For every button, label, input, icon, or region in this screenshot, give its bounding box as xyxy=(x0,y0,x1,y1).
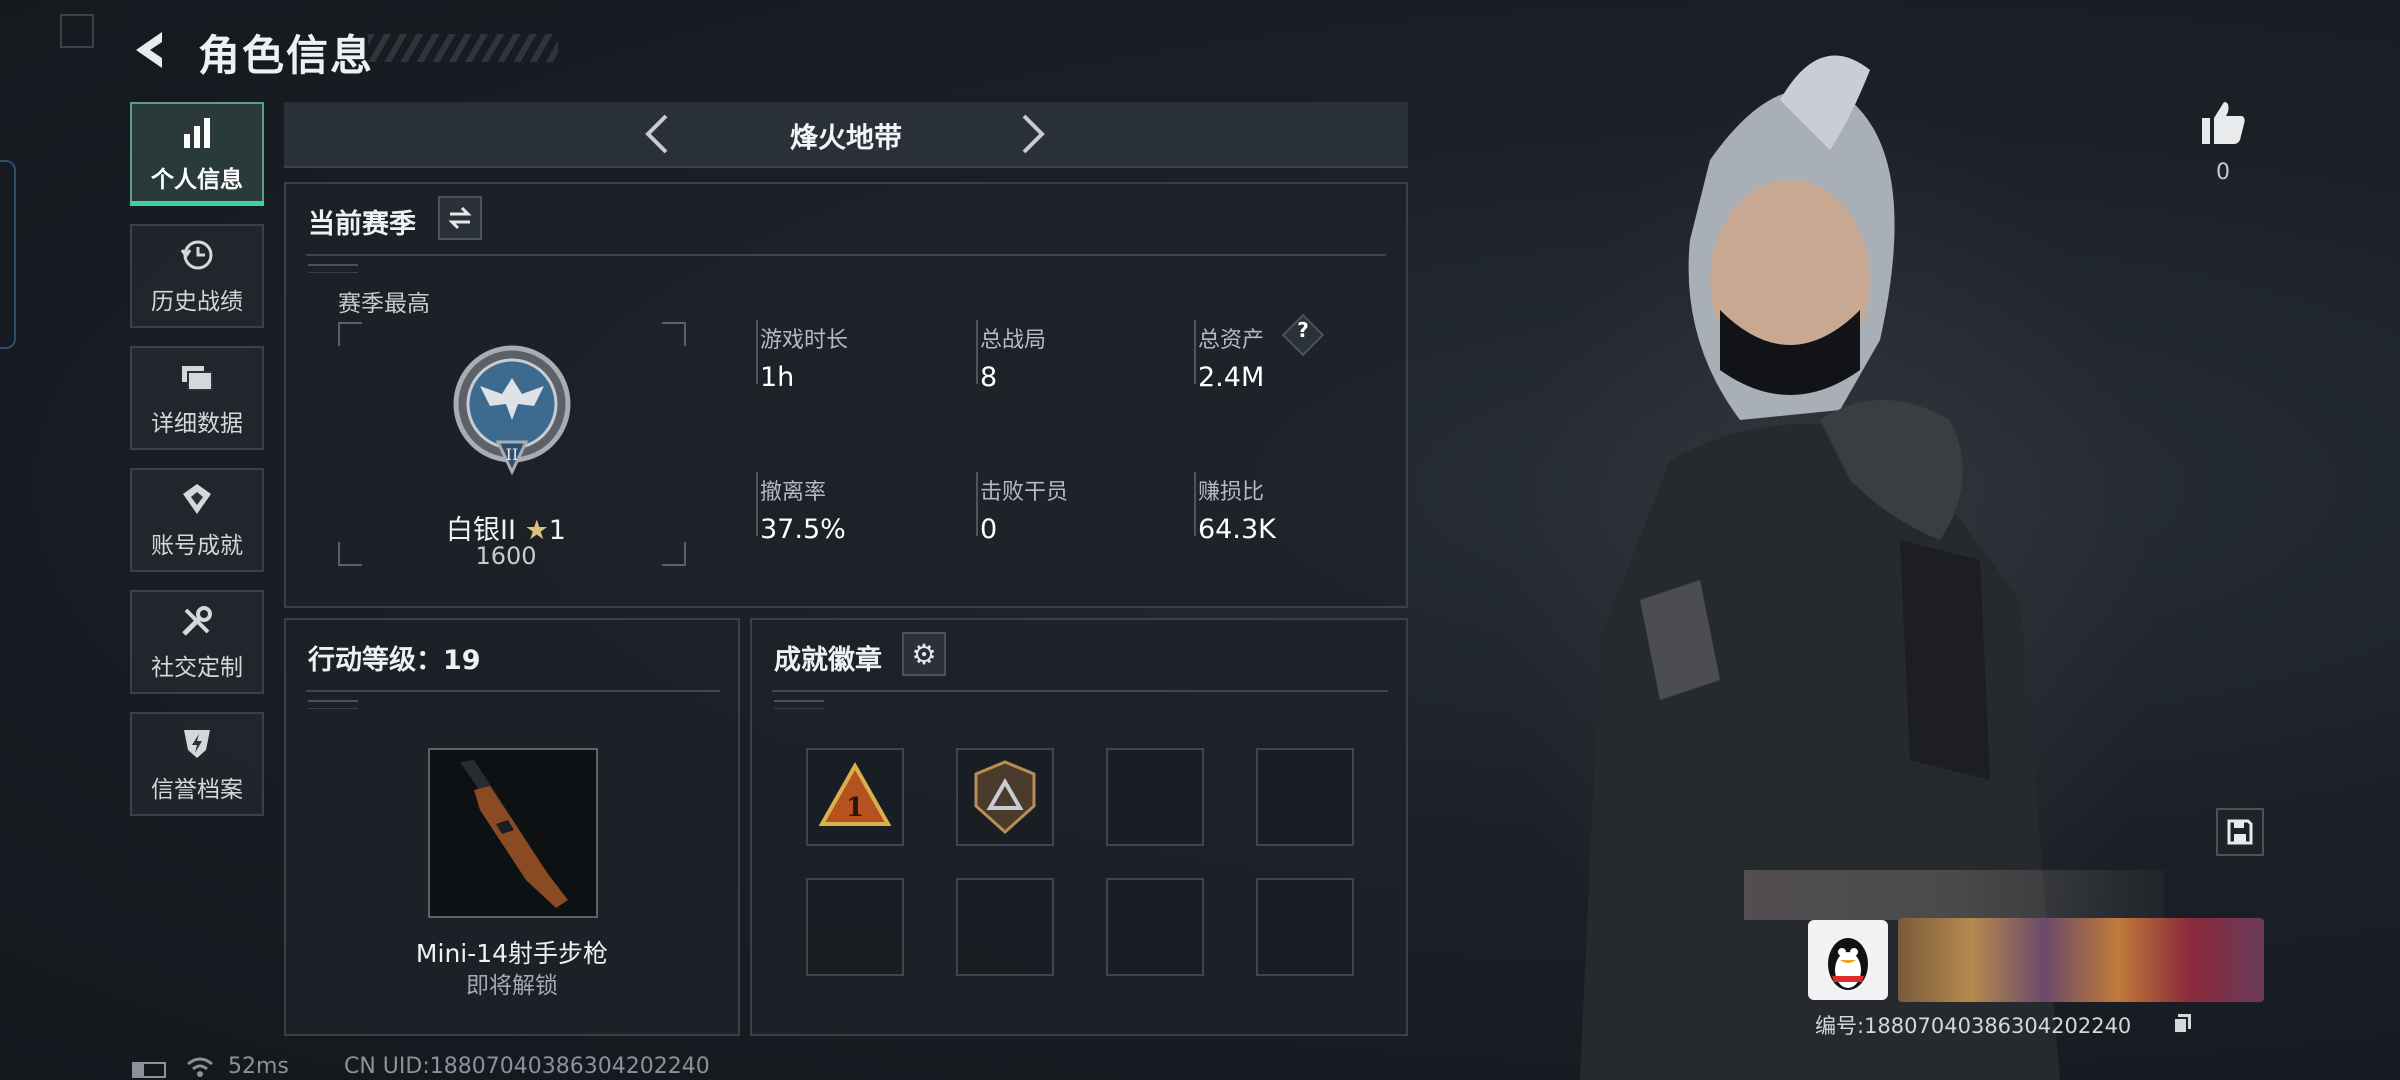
shield-triangle-badge-icon xyxy=(974,760,1036,835)
bar-chart-icon xyxy=(184,118,210,148)
gear-icon: ⚙ xyxy=(911,637,937,671)
stat-label: 总资产 xyxy=(1198,328,1265,353)
stat-label: 游戏时长 xyxy=(760,328,849,353)
achievement-badge-slot[interactable] xyxy=(956,878,1054,976)
stat-value: 8 xyxy=(980,362,998,393)
character-id: 编号:18807040386304202240 xyxy=(1815,1014,2132,1038)
stat-value: 64.3K xyxy=(1198,514,1276,545)
stat-marker xyxy=(976,320,978,384)
weapon-preview[interactable] xyxy=(428,748,598,918)
rank-points: 1600 xyxy=(475,542,537,570)
frame-corner xyxy=(662,322,686,346)
rank-insignia-icon: II xyxy=(453,345,571,476)
season-panel: 当前赛季 赛季最高 II 白银II ★1 1600 游戏时长 1h 总战局 8 … xyxy=(284,182,1408,608)
stat-marker xyxy=(1194,320,1196,384)
back-arrow-icon[interactable] xyxy=(128,26,176,74)
penguin-icon xyxy=(1828,938,1868,990)
achievement-badge-slot[interactable] xyxy=(1256,878,1354,976)
folder-stack-icon xyxy=(182,366,213,391)
badge-numeral: 1 xyxy=(846,793,864,823)
weapon-name: Mini-14射手步枪 xyxy=(415,939,609,968)
stat-value: 2.4M xyxy=(1198,362,1265,393)
shield-bolt-icon xyxy=(184,730,210,758)
uid-text: CN UID:18807040386304202240 xyxy=(344,1054,710,1079)
rank-1-triangle-badge-icon: 1 xyxy=(818,761,892,826)
achievements-settings-button[interactable]: ⚙ xyxy=(902,632,946,676)
left-edge-tab[interactable] xyxy=(0,160,16,349)
sidebar-item-label: 社交定制 xyxy=(151,655,243,681)
thumbs-up-icon[interactable] xyxy=(2198,98,2248,146)
battery-icon xyxy=(132,1062,166,1078)
stat-value: 0 xyxy=(980,514,998,545)
sidebar-item-history[interactable]: 历史战绩 xyxy=(130,224,264,328)
stat-label: 赚损比 xyxy=(1198,480,1265,505)
sidebar-item-label: 信誉档案 xyxy=(151,777,243,803)
stat-label: 撤离率 xyxy=(760,480,827,505)
qq-avatar[interactable] xyxy=(1808,920,1888,1000)
divider xyxy=(306,254,1386,256)
achievement-badge-slot[interactable] xyxy=(1106,878,1204,976)
save-disk-icon xyxy=(2227,819,2253,845)
achievement-medal-icon xyxy=(183,484,211,514)
frame-corner xyxy=(338,322,362,346)
switch-season-button[interactable] xyxy=(438,196,482,240)
likes-count: 0 xyxy=(2216,160,2230,185)
rifle-icon xyxy=(460,760,568,908)
achievements-title: 成就徽章 xyxy=(774,645,882,676)
decoration xyxy=(308,264,358,273)
achievements-panel: 成就徽章 ⚙ 1 xyxy=(750,618,1408,1036)
swap-arrows-icon xyxy=(448,206,472,230)
stat-marker xyxy=(756,320,758,384)
achievement-badge-slot[interactable]: 1 xyxy=(806,748,904,846)
achievement-badge-slot[interactable] xyxy=(806,878,904,976)
mode-selector: 烽火地带 xyxy=(284,102,1408,168)
divider xyxy=(306,690,720,692)
chevron-right-icon[interactable] xyxy=(1004,108,1056,160)
season-title: 当前赛季 xyxy=(308,209,416,240)
corner-mark xyxy=(60,14,94,48)
save-button[interactable] xyxy=(2216,808,2264,856)
action-level-title: 行动等级：19 xyxy=(308,645,481,676)
title-decoration xyxy=(368,34,558,62)
stat-label: 击败干员 xyxy=(980,480,1069,505)
stat-marker xyxy=(1194,472,1196,536)
weapon-status: 即将解锁 xyxy=(466,973,558,999)
action-level-panel: 行动等级：19 Mini-14射手步枪 即将解锁 xyxy=(284,618,740,1036)
ping-text: 52ms xyxy=(228,1054,289,1079)
stat-label: 总战局 xyxy=(980,328,1047,353)
sidebar-item-detailed-data[interactable]: 详细数据 xyxy=(130,346,264,450)
decoration xyxy=(774,700,824,709)
sidebar-item-social-customize[interactable]: 社交定制 xyxy=(130,590,264,694)
stat-value: 1h xyxy=(760,362,795,393)
stat-marker xyxy=(756,472,758,536)
sidebar-item-credit-record[interactable]: 信誉档案 xyxy=(130,712,264,816)
sidebar-item-personal-info[interactable]: 个人信息 xyxy=(130,102,264,206)
sidebar-item-label: 历史战绩 xyxy=(151,289,243,315)
page-title: 角色信息 xyxy=(198,31,375,80)
divider xyxy=(772,690,1388,692)
season-best-label: 赛季最高 xyxy=(338,291,430,317)
stat-value: 37.5% xyxy=(760,514,846,545)
decoration xyxy=(308,700,358,709)
help-icon[interactable]: ? xyxy=(1288,318,1318,342)
sidebar-item-achievements[interactable]: 账号成就 xyxy=(130,468,264,572)
tools-icon xyxy=(182,606,212,636)
sidebar-item-label: 账号成就 xyxy=(151,533,243,559)
achievement-badge-slot[interactable] xyxy=(1256,748,1354,846)
mode-title: 烽火地带 xyxy=(789,121,902,154)
sidebar-item-label: 个人信息 xyxy=(151,167,243,193)
wifi-icon xyxy=(187,1057,213,1077)
achievement-badge-slot[interactable] xyxy=(1106,748,1204,846)
nameplate-banner[interactable] xyxy=(1898,918,2264,1002)
rank-insignia-numeral: II xyxy=(506,445,519,464)
sidebar-item-label: 详细数据 xyxy=(151,411,243,437)
copy-icon[interactable] xyxy=(2172,1012,2194,1034)
achievement-badge-slot[interactable] xyxy=(956,748,1054,846)
stat-marker xyxy=(976,472,978,536)
blurred-nickname xyxy=(1744,870,2164,920)
history-clock-icon xyxy=(180,240,213,270)
